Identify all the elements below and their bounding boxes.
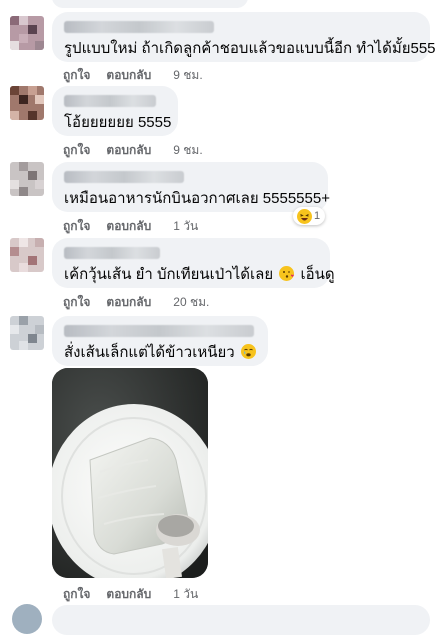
comment-text: โอ้ยยยยยย 5555 — [64, 114, 172, 131]
kiss-emoji-icon — [279, 266, 295, 281]
comment-bubble: เค้กวุ้นเส้น ยำ บักเทียนเป่าได้เลย เอ็นด… — [52, 238, 335, 288]
blurred-author-name — [64, 171, 184, 183]
comment-text-tail: เอ็นดู — [300, 266, 335, 283]
comment-actions: ถูกใจ ตอบกลับ 20 ชม. — [63, 293, 209, 312]
comment-text: เหมือนอาหารนักบินอวกาศเลย 5555555+ — [64, 190, 330, 207]
comment-actions: ถูกใจ ตอบกลับ 1 วัน — [63, 585, 198, 604]
timestamp[interactable]: 1 วัน — [173, 585, 198, 604]
food-photo-image — [52, 368, 208, 578]
like-button[interactable]: ถูกใจ — [63, 217, 90, 236]
blurred-author-name — [64, 247, 160, 259]
comment-bubble: สั่งเส้นเล็กแต่ได้ข้าวเหนียว — [52, 316, 268, 366]
partial-comment-bubble — [52, 0, 248, 8]
reply-button[interactable]: ตอบกลับ — [106, 293, 151, 312]
like-button[interactable]: ถูกใจ — [63, 293, 90, 312]
timestamp[interactable]: 9 ชม. — [173, 141, 202, 160]
comment-bubble: รูปแบบใหม่ ถ้าเกิดลูกค้าชอบแล้วขอแบบนี้อ… — [52, 12, 436, 62]
avatar[interactable] — [10, 16, 44, 50]
like-button[interactable]: ถูกใจ — [63, 585, 90, 604]
blurred-author-name — [64, 95, 156, 107]
like-button[interactable]: ถูกใจ — [63, 66, 90, 85]
comment-actions: ถูกใจ ตอบกลับ 9 ชม. — [63, 66, 203, 85]
avatar[interactable] — [10, 86, 44, 120]
like-button[interactable]: ถูกใจ — [63, 141, 90, 160]
comment-text: เค้กวุ้นเส้น ยำ บักเทียนเป่าได้เลย เอ็นด… — [64, 265, 335, 284]
avatar[interactable] — [10, 162, 44, 196]
timestamp[interactable]: 20 ชม. — [173, 293, 209, 312]
comment-text: รูปแบบใหม่ ถ้าเกิดลูกค้าชอบแล้วขอแบบนี้อ… — [64, 40, 436, 57]
comment-text: สั่งเส้นเล็กแต่ได้ข้าวเหนียว — [64, 343, 256, 362]
blurred-author-name — [64, 325, 254, 337]
comment-text-main: สั่งเส้นเล็กแต่ได้ข้าวเหนียว — [64, 344, 235, 361]
comment-bubble: เหมือนอาหารนักบินอวกาศเลย 5555555+ — [52, 162, 330, 212]
next-comment-avatar[interactable] — [12, 604, 42, 634]
timestamp[interactable]: 1 วัน — [173, 217, 198, 236]
reaction-badge[interactable]: 1 — [293, 207, 326, 225]
reaction-count: 1 — [314, 210, 321, 222]
avatar[interactable] — [10, 316, 44, 350]
reply-button[interactable]: ตอบกลับ — [106, 66, 151, 85]
blurred-author-name — [64, 21, 214, 33]
comment-actions: ถูกใจ ตอบกลับ 1 วัน — [63, 217, 198, 236]
avatar[interactable] — [10, 238, 44, 272]
laughing-emoji-icon — [297, 208, 312, 224]
next-comment-bubble — [52, 605, 430, 635]
reply-button[interactable]: ตอบกลับ — [106, 141, 151, 160]
crying-emoji-icon — [240, 344, 256, 359]
timestamp[interactable]: 9 ชม. — [173, 66, 202, 85]
reply-button[interactable]: ตอบกลับ — [106, 217, 151, 236]
comment-photo[interactable] — [52, 368, 208, 578]
comment-bubble: โอ้ยยยยยย 5555 — [52, 86, 178, 136]
comment-actions: ถูกใจ ตอบกลับ 9 ชม. — [63, 141, 203, 160]
comment-text-main: เค้กวุ้นเส้น ยำ บักเทียนเป่าได้เลย — [64, 266, 274, 283]
reply-button[interactable]: ตอบกลับ — [106, 585, 151, 604]
